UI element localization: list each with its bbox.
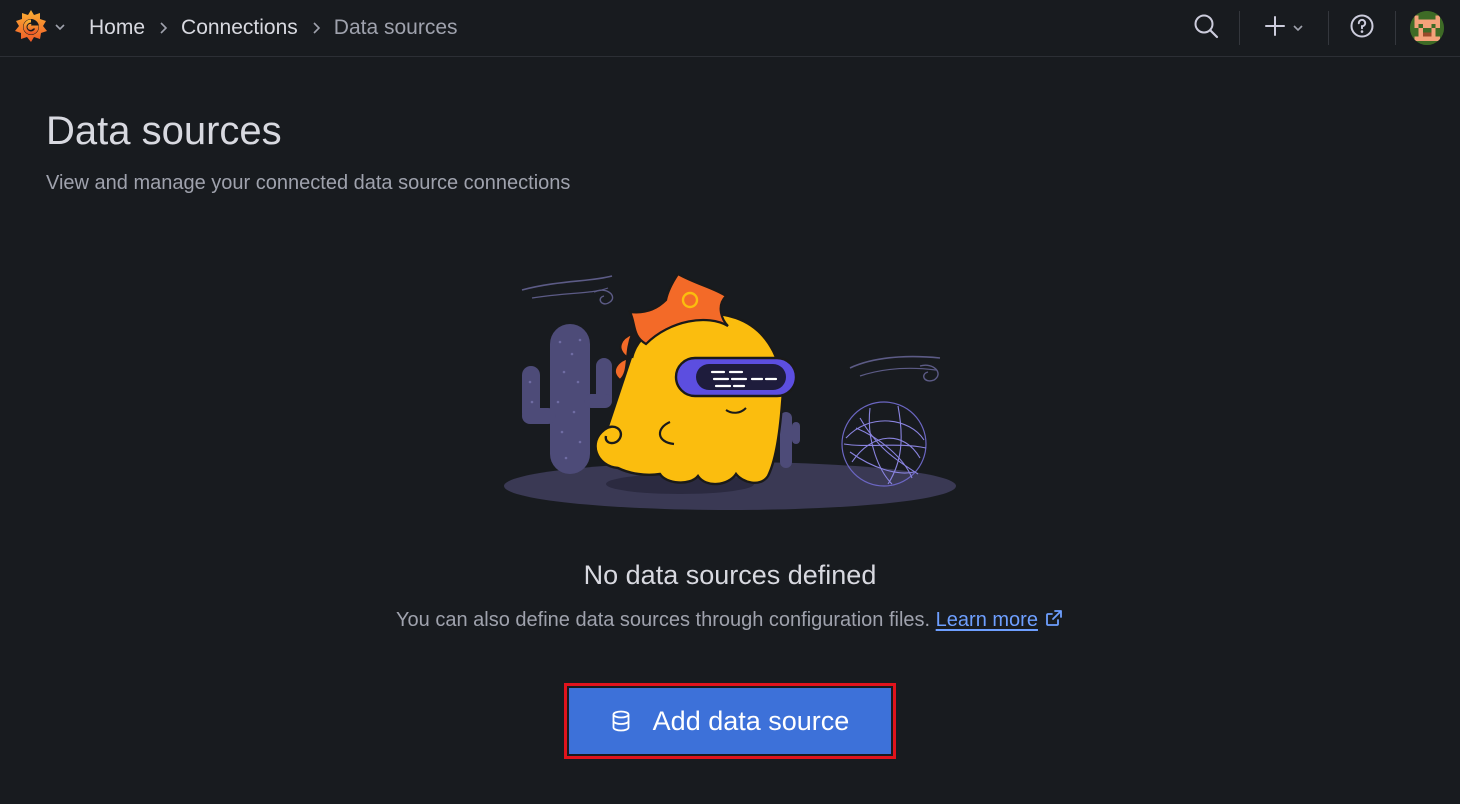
breadcrumb-connections[interactable]: Connections (181, 16, 298, 40)
breadcrumb-data-sources: Data sources (333, 16, 458, 39)
search-button[interactable] (1177, 8, 1235, 48)
database-icon (611, 710, 631, 732)
empty-state-title: No data sources defined (583, 560, 877, 590)
chevron-down-icon (1292, 22, 1304, 34)
divider (1395, 11, 1396, 45)
chevron-right-icon (145, 21, 181, 35)
learn-more-link[interactable]: Learn more (936, 609, 1064, 631)
grafana-logo-icon (12, 7, 50, 50)
learn-more-label: Learn more (935, 609, 1038, 631)
add-data-source-label: Add data source (652, 705, 850, 736)
help-icon (1349, 13, 1375, 44)
topbar-actions (1177, 0, 1460, 56)
page-subtitle: View and manage your connected data sour… (46, 172, 571, 194)
search-icon (1193, 13, 1219, 44)
home-menu-button[interactable] (12, 9, 68, 47)
top-navbar: Home Connections Data sources (0, 0, 1460, 57)
chevron-right-icon (298, 21, 334, 35)
empty-state-illustration (500, 262, 960, 517)
breadcrumb-home[interactable]: Home (89, 16, 145, 40)
new-menu-button[interactable] (1240, 8, 1328, 48)
empty-state-description-text: You can also define data sources through… (396, 609, 931, 631)
add-data-source-button[interactable]: Add data source (569, 688, 891, 754)
avatar[interactable] (1410, 11, 1444, 45)
external-link-icon (1044, 608, 1064, 636)
plus-icon (1264, 15, 1286, 42)
breadcrumb: Home Connections Data sources (89, 0, 458, 56)
chevron-down-icon (54, 20, 66, 38)
empty-state-description: You can also define data sources through… (0, 606, 1460, 636)
help-button[interactable] (1329, 8, 1395, 48)
page-title: Data sources (46, 109, 282, 153)
